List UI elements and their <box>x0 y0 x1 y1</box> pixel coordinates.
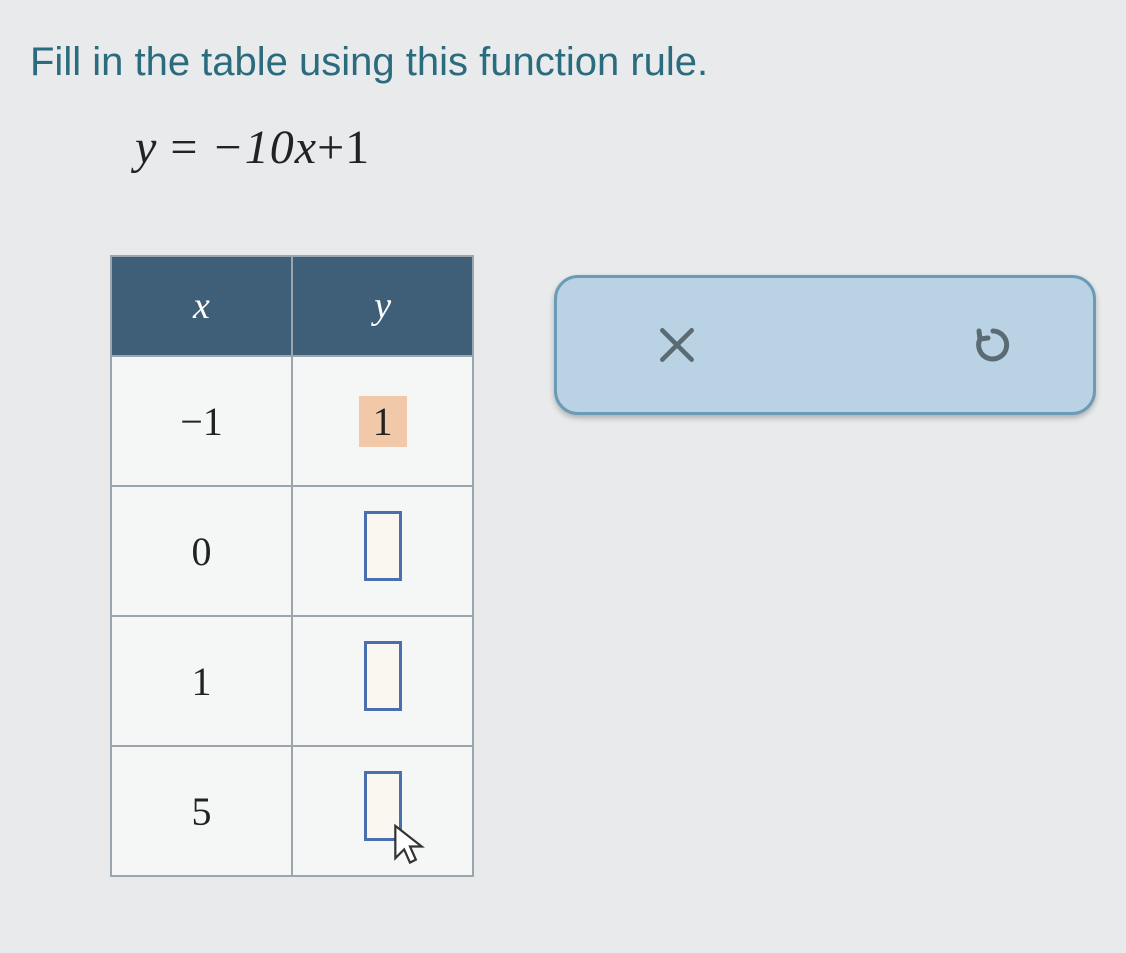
table-row: 5 <box>111 746 473 876</box>
y-cell[interactable] <box>292 616 473 746</box>
table-row: 0 <box>111 486 473 616</box>
instruction-text: Fill in the table using this function ru… <box>30 40 1096 85</box>
x-cell: −1 <box>111 356 292 486</box>
action-toolbar <box>554 275 1096 415</box>
x-cell: 5 <box>111 746 292 876</box>
function-rule: y = −10x+1 <box>135 120 1096 175</box>
undo-button[interactable] <box>963 315 1023 375</box>
y-cell[interactable] <box>292 486 473 616</box>
answer-input[interactable] <box>364 511 402 581</box>
clear-button[interactable] <box>647 315 707 375</box>
undo-icon <box>969 321 1017 369</box>
col-header-x: x <box>111 256 292 356</box>
x-cell: 0 <box>111 486 292 616</box>
answer-filled[interactable]: 1 <box>359 396 407 447</box>
function-table: x y −1 1 0 1 <box>110 255 474 877</box>
answer-input[interactable] <box>364 771 402 841</box>
table-row: −1 1 <box>111 356 473 486</box>
y-cell[interactable] <box>292 746 473 876</box>
y-cell[interactable]: 1 <box>292 356 473 486</box>
close-icon <box>655 323 699 367</box>
table-row: 1 <box>111 616 473 746</box>
answer-input[interactable] <box>364 641 402 711</box>
x-cell: 1 <box>111 616 292 746</box>
col-header-y: y <box>292 256 473 356</box>
